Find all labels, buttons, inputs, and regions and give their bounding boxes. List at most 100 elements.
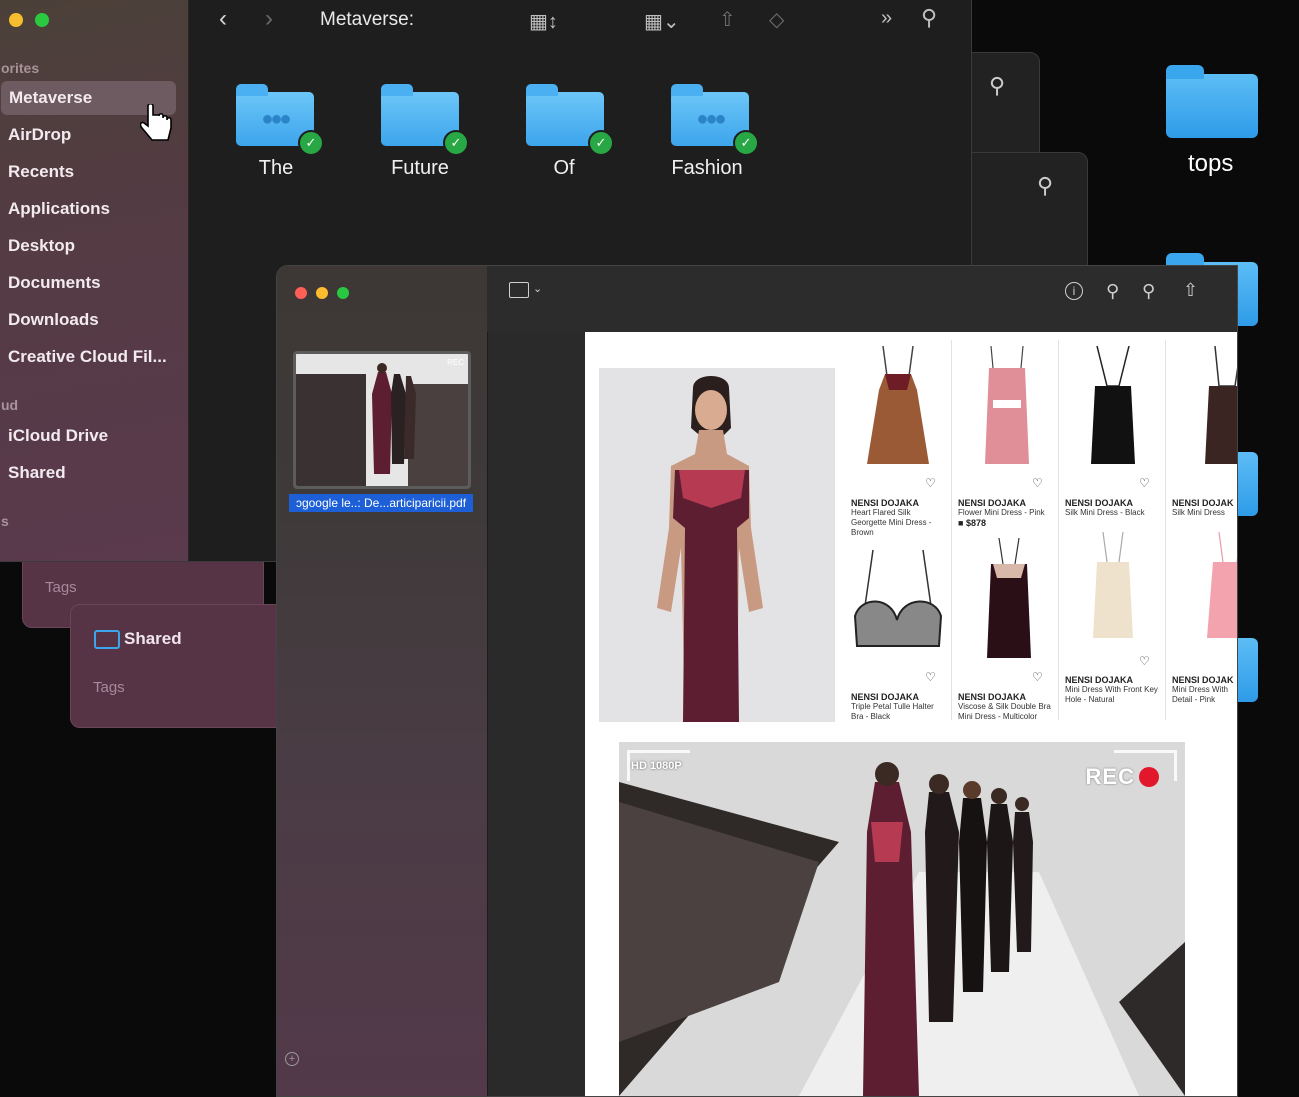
folder-label[interactable]: Future bbox=[360, 157, 480, 180]
folder-the[interactable]: ●●● ✓ bbox=[236, 84, 324, 156]
product-card[interactable]: NENSI DOJAKA Silk Mini Dress - Black bbox=[1065, 496, 1170, 518]
sidebar-item-recents[interactable]: Recents bbox=[8, 162, 74, 182]
forward-button[interactable]: › bbox=[265, 5, 273, 33]
shared-people-icon: ●●● bbox=[696, 108, 726, 130]
folder-label[interactable]: Of bbox=[504, 157, 624, 180]
search-icon[interactable]: ⚲ bbox=[921, 5, 937, 31]
favorite-heart-icon[interactable]: ♡ bbox=[1139, 476, 1150, 490]
grid-divider bbox=[1058, 340, 1059, 720]
desktop-folder-label[interactable]: tops bbox=[1188, 150, 1233, 178]
delivery-truck-icon: ■ bbox=[958, 518, 964, 528]
sidebar-item-creative-cloud[interactable]: Creative Cloud Fil... bbox=[8, 347, 167, 367]
group-by-icon[interactable]: ▦⌄ bbox=[644, 9, 680, 34]
folder-label[interactable]: The bbox=[216, 157, 336, 180]
folder-label[interactable]: Fashion bbox=[647, 157, 767, 180]
product-price-value: $878 bbox=[965, 518, 986, 528]
product-brand: NENSI DOJAKA bbox=[958, 692, 1027, 702]
thumbnail-runway-image bbox=[296, 354, 468, 486]
sidebar-item-shared[interactable]: Shared bbox=[124, 629, 182, 649]
thumbnail-filename[interactable]: ɔgoogle le..: De...articiparicii.pdf bbox=[289, 494, 473, 512]
sync-check-icon: ✓ bbox=[733, 130, 759, 156]
favorite-heart-icon[interactable]: ♡ bbox=[1032, 670, 1043, 684]
product-brand: NENSI DOJAKA bbox=[1065, 498, 1134, 508]
folder-future[interactable]: ✓ bbox=[381, 84, 469, 156]
sync-check-icon: ✓ bbox=[298, 130, 324, 156]
search-icon[interactable]: ⚲ bbox=[989, 73, 1005, 99]
share-icon[interactable]: ⇧ bbox=[719, 7, 736, 32]
window-zoom-button[interactable] bbox=[337, 287, 349, 299]
window-close-button[interactable] bbox=[295, 287, 307, 299]
product-image-viscose-dress bbox=[987, 538, 1031, 658]
desktop-folder-tops[interactable] bbox=[1166, 65, 1258, 138]
product-name: Viscose & Silk Double Bra Mini Dress - M… bbox=[958, 702, 1051, 721]
sync-check-icon: ✓ bbox=[588, 130, 614, 156]
product-brand: NENSI DOJAK bbox=[1172, 498, 1234, 508]
folder-of[interactable]: ✓ bbox=[526, 84, 614, 156]
runway-photo: HD 1080P REC bbox=[619, 742, 1185, 1096]
preview-toolbar: ⌄ i ⚲ ⚲ ⇧ bbox=[487, 266, 1237, 332]
product-card[interactable]: NENSI DOJAKA Heart Flared Silk Georgette… bbox=[851, 496, 956, 538]
product-card[interactable]: NENSI DOJAK Silk Mini Dress bbox=[1172, 496, 1237, 518]
preview-window: REC ɔgoogle le..: De...articiparicii.pdf… bbox=[276, 265, 1238, 1097]
sidebar-item-label: Metaverse bbox=[9, 88, 93, 107]
folder-fashion[interactable]: ●●● ✓ bbox=[671, 84, 759, 156]
favorite-heart-icon[interactable]: ♡ bbox=[925, 476, 936, 490]
product-image-black-dress bbox=[1091, 346, 1135, 464]
product-name: Silk Mini Dress bbox=[1172, 508, 1225, 517]
product-card[interactable]: NENSI DOJAKA Triple Petal Tulle Halter B… bbox=[851, 690, 956, 722]
window-minimize-button[interactable] bbox=[9, 13, 23, 27]
product-brand: NENSI DOJAKA bbox=[851, 692, 920, 702]
shared-folder-icon bbox=[94, 630, 120, 649]
zoom-out-icon[interactable]: ⚲ bbox=[1106, 281, 1119, 302]
pointer-hand-cursor bbox=[139, 102, 174, 144]
search-icon[interactable]: ⚲ bbox=[1037, 173, 1053, 199]
product-image-brown-dress bbox=[867, 346, 929, 464]
zoom-in-icon[interactable]: ⚲ bbox=[1142, 281, 1155, 302]
sidebar-item-applications[interactable]: Applications bbox=[8, 199, 110, 219]
thumbnail-rec-overlay: REC bbox=[447, 358, 464, 367]
page-thumbnail[interactable]: REC bbox=[293, 351, 471, 489]
window-zoom-button[interactable] bbox=[35, 13, 49, 27]
rec-label: REC bbox=[1085, 764, 1135, 789]
product-name: Triple Petal Tulle Halter Bra - Black bbox=[851, 702, 934, 721]
sidebar-item-shared[interactable]: Shared bbox=[8, 463, 66, 483]
sidebar-toggle-icon[interactable] bbox=[509, 282, 529, 298]
back-button[interactable]: ‹ bbox=[219, 5, 227, 33]
sidebar-item-desktop[interactable]: Desktop bbox=[8, 236, 75, 256]
product-price: ■ $878 bbox=[958, 518, 1063, 528]
hd-label: HD 1080P bbox=[631, 760, 682, 772]
info-icon[interactable]: i bbox=[1065, 282, 1083, 300]
favorites-section-header: orites bbox=[1, 60, 40, 76]
window-minimize-button[interactable] bbox=[316, 287, 328, 299]
favorite-heart-icon[interactable]: ♡ bbox=[925, 670, 936, 684]
product-image-pink-dress bbox=[985, 346, 1029, 464]
sidebar-item-airdrop[interactable]: AirDrop bbox=[8, 125, 71, 145]
sidebar-item-documents[interactable]: Documents bbox=[8, 273, 101, 293]
add-page-icon[interactable]: + bbox=[285, 1052, 299, 1066]
product-image-pink-detail-dress bbox=[1207, 532, 1237, 638]
more-toolbar-icon[interactable]: » bbox=[881, 7, 892, 30]
sync-check-icon: ✓ bbox=[443, 130, 469, 156]
sidebar-item-downloads[interactable]: Downloads bbox=[8, 310, 99, 330]
share-icon[interactable]: ⇧ bbox=[1183, 280, 1198, 301]
product-brand: NENSI DOJAK bbox=[1172, 675, 1234, 685]
product-card[interactable]: NENSI DOJAK Mini Dress With Detail - Pin… bbox=[1172, 673, 1237, 705]
tag-icon[interactable]: ◇ bbox=[769, 7, 784, 32]
product-card[interactable]: NENSI DOJAKA Viscose & Silk Double Bra M… bbox=[958, 690, 1063, 722]
product-card[interactable]: NENSI DOJAKA Flower Mini Dress - Pink ■ … bbox=[958, 496, 1063, 528]
tags-section-header: Tags bbox=[93, 679, 125, 696]
product-name: Heart Flared Silk Georgette Mini Dress -… bbox=[851, 508, 932, 537]
product-brand: NENSI DOJAKA bbox=[958, 498, 1027, 508]
favorite-heart-icon[interactable]: ♡ bbox=[1032, 476, 1043, 490]
sidebar-item-icloud-drive[interactable]: iCloud Drive bbox=[8, 426, 108, 446]
view-mode-grid-icon[interactable]: ▦↕ bbox=[529, 9, 558, 34]
tags-section-header: Tags bbox=[45, 579, 77, 596]
chevron-down-icon[interactable]: ⌄ bbox=[533, 282, 542, 295]
product-image-partial-dress bbox=[1205, 346, 1237, 464]
product-card[interactable]: NENSI DOJAKA Mini Dress With Front Key H… bbox=[1065, 673, 1170, 705]
finder-sidebar: orites Metaverse AirDrop Recents Applica… bbox=[0, 0, 189, 561]
shared-people-icon: ●●● bbox=[261, 108, 291, 130]
runway-scene bbox=[619, 742, 1185, 1096]
favorite-heart-icon[interactable]: ♡ bbox=[1139, 654, 1150, 668]
product-name: Flower Mini Dress - Pink bbox=[958, 508, 1045, 517]
